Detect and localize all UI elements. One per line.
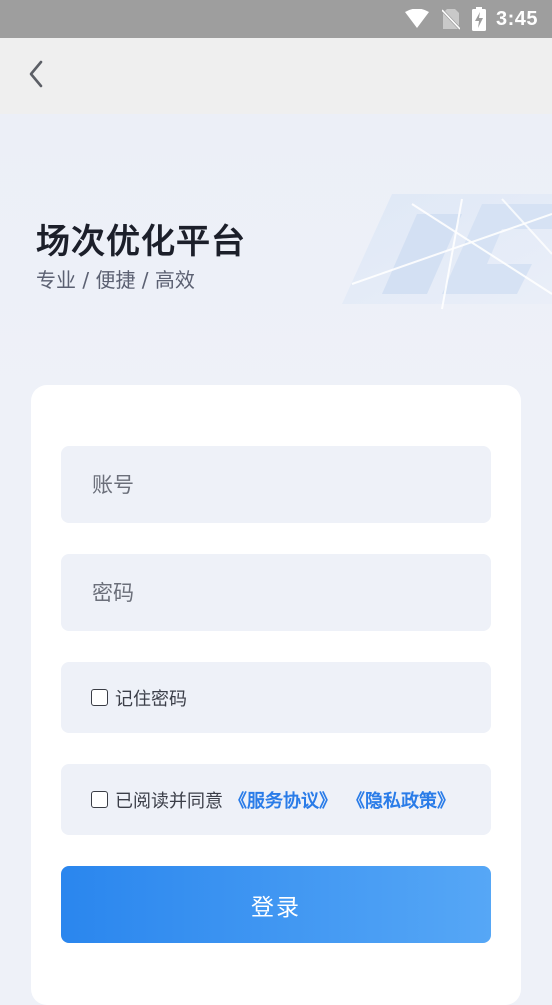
- no-sim-icon: [441, 8, 460, 30]
- battery-charging-icon: [471, 7, 486, 31]
- status-icons: 3:45: [404, 0, 538, 38]
- back-button[interactable]: [18, 58, 54, 94]
- remember-password-label: 记住密码: [115, 688, 187, 710]
- password-field: [61, 554, 491, 631]
- page-subtitle: 专业 / 便捷 / 高效: [36, 268, 195, 292]
- status-bar: 3:45: [0, 0, 552, 38]
- account-input[interactable]: [61, 446, 491, 523]
- remember-password-row[interactable]: 记住密码: [61, 662, 491, 733]
- wifi-icon: [404, 9, 430, 29]
- login-button[interactable]: 登录: [61, 866, 491, 943]
- login-card: 记住密码 已阅读并同意 《服务协议》 《隐私政策》 登录: [31, 385, 521, 1005]
- status-time: 3:45: [495, 7, 538, 30]
- agreement-checkbox[interactable]: [91, 791, 108, 808]
- password-input[interactable]: [61, 554, 491, 631]
- privacy-policy-link[interactable]: 《隐私政策》: [347, 787, 455, 813]
- remember-password-checkbox[interactable]: [91, 689, 108, 706]
- page-title: 场次优化平台: [36, 222, 246, 262]
- agreement-row: 已阅读并同意 《服务协议》 《隐私政策》: [61, 764, 491, 835]
- chevron-left-icon: [26, 59, 46, 93]
- account-field: [61, 446, 491, 523]
- service-agreement-link[interactable]: 《服务协议》: [229, 787, 337, 813]
- agreement-label: 已阅读并同意: [115, 790, 223, 812]
- nav-bar: [0, 38, 552, 114]
- hero-decoration: [322, 184, 552, 314]
